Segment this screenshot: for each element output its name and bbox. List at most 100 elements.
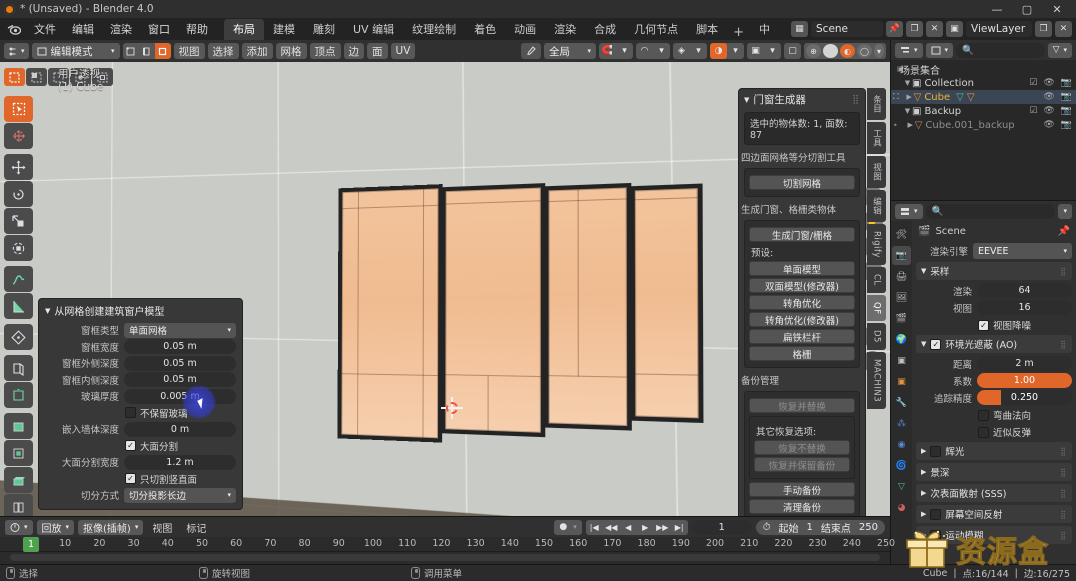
shading-dropdown-icon[interactable]: ▾ bbox=[874, 44, 884, 58]
tab-world-icon[interactable]: 🌍 bbox=[892, 330, 911, 349]
rendered-shading-icon[interactable]: ◯ bbox=[857, 44, 872, 58]
generate-window-button[interactable]: 生成门窗/栅格 bbox=[749, 227, 855, 242]
viewport-samples-field[interactable]: 16 bbox=[977, 300, 1072, 315]
show-gizmo-icon[interactable]: ◈ bbox=[673, 43, 690, 59]
clock-icon[interactable]: ⏱ bbox=[763, 522, 771, 533]
tool-annotate-icon[interactable] bbox=[4, 266, 33, 292]
sampling-section-header[interactable]: ▼ 采样 ⣿ bbox=[916, 262, 1072, 280]
eye-icon[interactable]: 👁 bbox=[1043, 78, 1054, 88]
viewport-menu-add[interactable]: 添加 bbox=[241, 43, 273, 59]
tab-modifier-icon[interactable]: 🔧 bbox=[892, 393, 911, 412]
tweak-select-icon[interactable] bbox=[4, 68, 25, 86]
bloom-section-header[interactable]: ▶ 辉光 ⣿ bbox=[916, 442, 1072, 460]
xray-toggle-icon[interactable]: ◑ bbox=[710, 43, 727, 59]
disclosure-triangle-icon[interactable]: ▼ bbox=[903, 79, 912, 87]
pin-scene-icon[interactable]: 📌 bbox=[886, 21, 903, 37]
ao-factor-slider[interactable]: 1.00 bbox=[977, 373, 1072, 388]
workspace-tab-animation[interactable]: 动画 bbox=[505, 19, 545, 40]
mesh-data-icon[interactable]: ▽ bbox=[956, 92, 964, 103]
camera-icon[interactable]: 📷 bbox=[1061, 78, 1072, 88]
eye-icon[interactable]: 👁 bbox=[1043, 120, 1054, 130]
workspace-tab-extra[interactable]: 中 bbox=[750, 19, 779, 40]
render-engine-dropdown[interactable]: EEVEE ▾ bbox=[973, 243, 1072, 259]
timeline-playhead[interactable]: 1 bbox=[22, 537, 40, 552]
workspace-tab-layout[interactable]: 布局 bbox=[224, 19, 264, 40]
tab-scene-icon[interactable]: 🎬 bbox=[892, 309, 911, 328]
tab-output-icon[interactable]: 🖨 bbox=[892, 267, 911, 286]
snap-dropdown-icon[interactable]: ▾ bbox=[616, 43, 633, 59]
npanel-tab-d5[interactable]: D5 bbox=[867, 323, 886, 351]
ao-section-header[interactable]: ▼ ✓ 环境光遮蔽 (AO) ⣿ bbox=[916, 335, 1072, 353]
tool-scale-icon[interactable] bbox=[4, 208, 33, 234]
tool-rotate-icon[interactable] bbox=[4, 181, 33, 207]
chevron-down-icon[interactable]: ▼ bbox=[45, 307, 50, 315]
tool-tweak-icon[interactable] bbox=[4, 96, 33, 122]
npanel-tab-qf[interactable]: QF bbox=[867, 294, 886, 322]
npanel-tab-tool[interactable]: 工具 bbox=[867, 122, 886, 154]
bloom-enable-checkbox[interactable] bbox=[930, 445, 942, 457]
delete-scene-icon[interactable]: ✕ bbox=[926, 21, 943, 37]
no-glass-checkbox[interactable] bbox=[125, 407, 136, 418]
pin-icon[interactable]: 📌 bbox=[1058, 226, 1070, 237]
npanel-tab-view[interactable]: 视图 bbox=[867, 156, 886, 188]
timeline-scrollbar[interactable] bbox=[10, 554, 880, 561]
viewport-menu-view[interactable]: 视图 bbox=[173, 43, 205, 59]
outliner-row-backup[interactable]: ▼ ▣ Backup ☑ 👁 📷 bbox=[891, 104, 1076, 118]
tab-particles-icon[interactable]: ⁂ bbox=[892, 414, 911, 433]
keying-dropdown[interactable]: 抠像(插帧) ▾ bbox=[78, 519, 144, 535]
disclosure-triangle-icon[interactable]: ▼ bbox=[903, 107, 912, 115]
tab-material-icon[interactable]: ◕ bbox=[892, 498, 911, 517]
tab-viewlayer-icon[interactable]: 🖼 bbox=[892, 288, 911, 307]
proportional-edit-icon[interactable]: ◠ bbox=[636, 43, 653, 59]
workspace-tab-shading[interactable]: 着色 bbox=[465, 19, 505, 40]
ao-bent-normals-row[interactable]: 弯曲法向 bbox=[978, 408, 1072, 422]
tool-inset-icon[interactable] bbox=[4, 382, 33, 408]
face-select-mode-icon[interactable] bbox=[154, 43, 171, 59]
frame-outer-depth-field[interactable]: 0.05 m bbox=[124, 355, 236, 371]
ao-bounces-row[interactable]: 近似反弹 bbox=[978, 425, 1072, 439]
glass-thickness-field[interactable]: 0.005 m bbox=[124, 388, 236, 404]
overlays-icon[interactable]: ▣ bbox=[747, 43, 764, 59]
current-frame-field[interactable]: 1 bbox=[691, 519, 752, 535]
vertical-only-checkbox[interactable]: ✓ bbox=[125, 473, 136, 484]
record-icon[interactable]: ● bbox=[559, 522, 567, 532]
frame-inner-depth-field[interactable]: 0.05 m bbox=[124, 372, 236, 387]
wireframe-shading-icon[interactable]: ⊕ bbox=[806, 44, 821, 58]
proportional-falloff-icon[interactable]: ▾ bbox=[653, 43, 670, 59]
operator-row-vertical-only[interactable]: ✓ 只切割竖直面 bbox=[125, 472, 236, 486]
properties-search-input[interactable]: 🔍 bbox=[925, 203, 1056, 219]
overlay-dropdown-icon[interactable]: ▾ bbox=[727, 43, 744, 59]
scene-name-field[interactable]: Scene bbox=[811, 21, 883, 37]
npanel-tab-machin3[interactable]: MACHIN3 bbox=[867, 352, 886, 410]
outliner-editor-type[interactable]: ▾ bbox=[895, 42, 923, 58]
playback-dropdown[interactable]: 回放 ▾ bbox=[36, 519, 75, 535]
eye-icon[interactable]: 👁 bbox=[1043, 92, 1054, 102]
tool-move-icon[interactable] bbox=[4, 154, 33, 180]
render-samples-field[interactable]: 64 bbox=[977, 283, 1072, 298]
new-scene-icon[interactable]: ❐ bbox=[906, 21, 923, 37]
ao-bent-normals-checkbox[interactable] bbox=[978, 409, 989, 421]
dof-section-header[interactable]: ▶ 景深 ⣿ bbox=[916, 463, 1072, 481]
chevron-down-icon[interactable]: ▼ bbox=[921, 340, 926, 348]
cut-mesh-button[interactable]: 切割网格 bbox=[749, 175, 855, 190]
viewport-3d[interactable]: ▾ 编辑模式 ▾ 视图 选择 添加 网格 顶点 边 面 UV 全局 ▾ 🧲 ▾ … bbox=[0, 40, 890, 516]
viewport-menu-mesh[interactable]: 网格 bbox=[275, 43, 307, 59]
new-viewlayer-icon[interactable]: ❐ bbox=[1035, 21, 1052, 37]
restore-replace-button[interactable]: 恢复并替换 bbox=[749, 398, 855, 413]
tool-loopcut-icon[interactable] bbox=[4, 440, 33, 466]
maximize-button[interactable]: ▢ bbox=[1012, 0, 1042, 18]
npanel-header[interactable]: ▼ 门窗生成器 ⣿ bbox=[739, 89, 865, 110]
timeline-editor-type[interactable]: ▾ bbox=[5, 519, 33, 535]
properties-options-dropdown[interactable]: ▾ bbox=[1058, 203, 1072, 219]
chevron-right-icon[interactable]: ▶ bbox=[921, 468, 926, 476]
timeline-menu-view[interactable]: 视图 bbox=[147, 520, 177, 535]
overlays-dropdown-icon[interactable]: ▾ bbox=[764, 43, 781, 59]
split-large-face-checkbox[interactable]: ✓ bbox=[125, 440, 136, 451]
play-reverse-icon[interactable]: ◀ bbox=[620, 520, 637, 535]
sss-section-header[interactable]: ▶ 次表面散射 (SSS) ⣿ bbox=[916, 484, 1072, 502]
timeline-ruler[interactable]: 1 10 20 30 40 50 60 70 80 90 100 110 120 130 140 150 16… bbox=[0, 537, 895, 552]
tool-cursor-icon[interactable] bbox=[4, 123, 33, 149]
npanel-tab-item[interactable]: 条目 bbox=[867, 88, 886, 120]
play-icon[interactable]: ▶ bbox=[637, 520, 654, 535]
properties-editor-type[interactable]: ▾ bbox=[895, 203, 923, 219]
